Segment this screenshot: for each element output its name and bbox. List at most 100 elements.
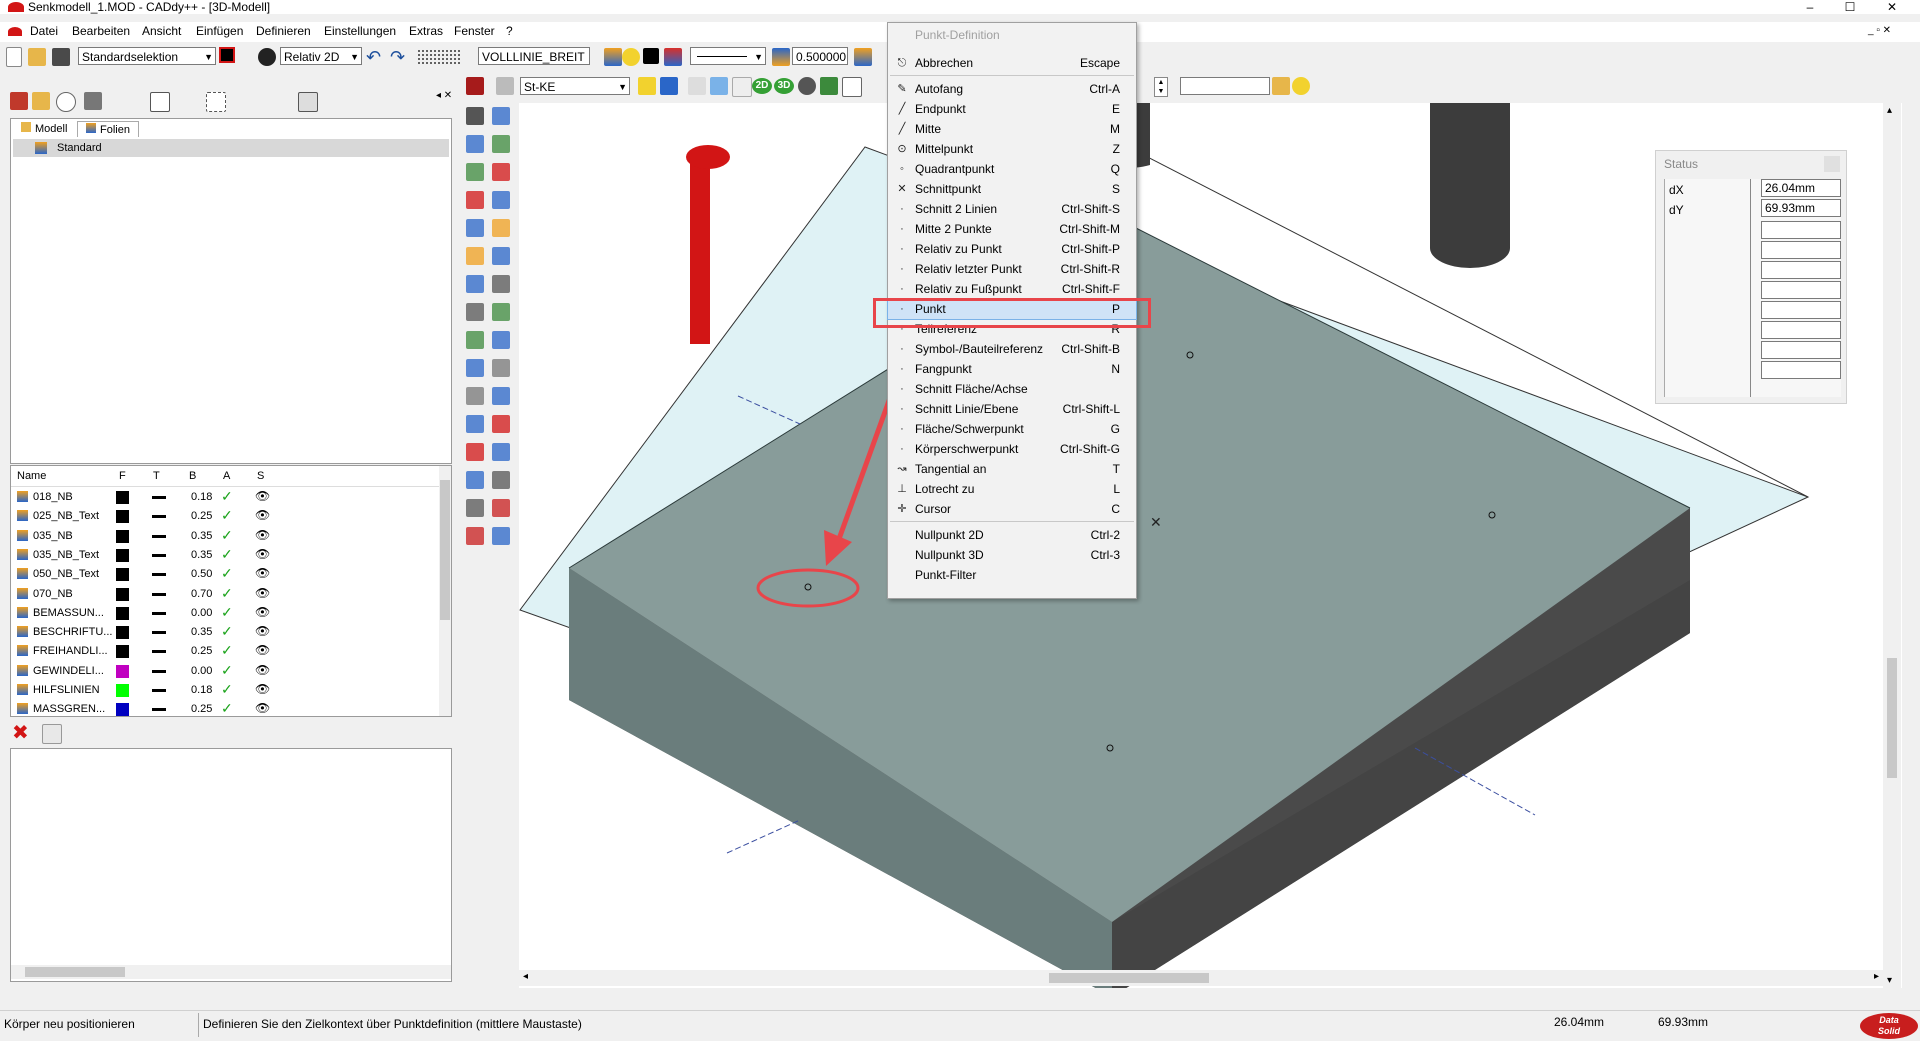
dimension-tool-icon[interactable]: [206, 92, 226, 112]
layer-linetype[interactable]: [152, 573, 166, 577]
layer-color-swatch[interactable]: [116, 587, 129, 601]
bulb-icon[interactable]: [622, 48, 640, 66]
check-icon[interactable]: ✓: [221, 623, 233, 640]
layer-linetype[interactable]: [152, 611, 166, 615]
col-b[interactable]: B: [189, 466, 196, 486]
tool-icon[interactable]: [492, 527, 510, 545]
col-f[interactable]: F: [119, 466, 126, 486]
tool-icon[interactable]: [466, 163, 484, 181]
tool-icon[interactable]: [492, 191, 510, 209]
properties-hscrollbar[interactable]: [11, 965, 451, 979]
eye-icon[interactable]: 👁: [255, 624, 270, 638]
line-width-input[interactable]: 0.500000: [792, 47, 848, 65]
save-icon[interactable]: [52, 48, 70, 66]
layer-row[interactable]: 035_NB 0.35 ✓ 👁: [11, 527, 439, 546]
layer-row[interactable]: 025_NB_Text 0.25 ✓ 👁: [11, 507, 439, 526]
check-icon[interactable]: ✓: [221, 546, 233, 563]
layer-color-swatch[interactable]: [116, 606, 129, 620]
tool-icon[interactable]: [466, 443, 484, 461]
col-t[interactable]: T: [153, 466, 160, 486]
layer-color-swatch[interactable]: [116, 491, 129, 504]
tool-icon[interactable]: [492, 331, 510, 349]
tree-item-standard[interactable]: Standard: [13, 139, 449, 157]
menu-item[interactable]: ⊥ Lotrecht zu L: [888, 479, 1136, 499]
check-icon[interactable]: ✓: [221, 507, 233, 524]
eye-icon[interactable]: 👁: [255, 489, 270, 503]
menu-item[interactable]: ↝ Tangential an T: [888, 459, 1136, 479]
menu-item[interactable]: · Körperschwerpunkt Ctrl-Shift-G: [888, 439, 1136, 459]
layer-folder-icon[interactable]: [1272, 77, 1290, 95]
menu-bearbeiten[interactable]: Bearbeiten: [72, 24, 130, 38]
layer-row[interactable]: HILFSLINIEN 0.18 ✓ 👁: [11, 681, 439, 700]
maximize-button[interactable]: ☐: [1830, 0, 1870, 14]
menu-definieren[interactable]: Definieren: [256, 24, 311, 38]
tool-icon[interactable]: [466, 275, 484, 293]
tool-icon[interactable]: [492, 247, 510, 265]
folder-tool-icon[interactable]: [32, 92, 50, 110]
menu-item[interactable]: ✎ Autofang Ctrl-A: [888, 79, 1136, 99]
check-icon[interactable]: ✓: [221, 527, 233, 544]
layer-row[interactable]: BEMASSUN... 0.00 ✓ 👁: [11, 604, 439, 623]
tool-icon[interactable]: [492, 387, 510, 405]
tool-icon[interactable]: [466, 191, 484, 209]
menu-einstellungen[interactable]: Einstellungen: [324, 24, 396, 38]
layer-row[interactable]: MASSGREN... 0.25 ✓ 👁: [11, 700, 439, 716]
menu-item[interactable]: ✛ Cursor C: [888, 499, 1136, 519]
layer-linetype[interactable]: [152, 496, 166, 499]
col-s[interactable]: S: [257, 466, 264, 486]
rotate-view-icon[interactable]: [798, 77, 816, 95]
eye-icon[interactable]: 👁: [255, 547, 270, 561]
open-folder-icon[interactable]: [28, 48, 46, 66]
cursor-tool-icon[interactable]: [638, 77, 656, 95]
layers-icon[interactable]: [664, 48, 682, 66]
selection-color-icon[interactable]: [219, 47, 235, 63]
tool-icon[interactable]: [492, 415, 510, 433]
tool-icon[interactable]: [492, 219, 510, 237]
menu-item[interactable]: · Mitte 2 Punkte Ctrl-Shift-M: [888, 219, 1136, 239]
menu-fenster[interactable]: Fenster: [454, 24, 495, 38]
eye-icon[interactable]: 👁: [255, 586, 270, 600]
tool-icon[interactable]: [466, 135, 484, 153]
layer-linetype[interactable]: [152, 689, 166, 692]
light-bulb-icon[interactable]: [1292, 77, 1310, 95]
menu-item[interactable]: · Symbol-/Bauteilreferenz Ctrl-Shift-B: [888, 339, 1136, 359]
tool-icon[interactable]: [466, 331, 484, 349]
layer-linetype[interactable]: [152, 631, 166, 635]
layer-row[interactable]: 050_NB_Text 0.50 ✓ 👁: [11, 565, 439, 584]
check-icon[interactable]: ✓: [221, 488, 233, 505]
menu-item[interactable]: ╱ Mitte M: [888, 119, 1136, 139]
check-icon[interactable]: ✓: [221, 585, 233, 602]
tool-icon[interactable]: [466, 527, 484, 545]
layer-row[interactable]: BESCHRIFTU... 0.35 ✓ 👁: [11, 623, 439, 642]
layer-linetype[interactable]: [152, 592, 166, 596]
layer-color-swatch[interactable]: [116, 684, 129, 697]
brush-icon[interactable]: [710, 77, 728, 95]
new-file-icon[interactable]: [6, 47, 22, 67]
layer-row[interactable]: 018_NB 0.18 ✓ 👁: [11, 488, 439, 507]
coord-mode-select[interactable]: Relativ 2D ▼: [280, 47, 362, 65]
layer-linetype[interactable]: [152, 669, 166, 673]
layer-box-icon[interactable]: [496, 77, 514, 95]
tab-modell[interactable]: Modell: [17, 121, 71, 136]
tool-icon[interactable]: [466, 415, 484, 433]
menu-help[interactable]: ?: [506, 24, 513, 38]
line-type-select[interactable]: VOLLLINIE_BREIT: [478, 47, 590, 65]
menu-item[interactable]: · Relativ letzter Punkt Ctrl-Shift-R: [888, 259, 1136, 279]
box-tool-icon[interactable]: [298, 92, 318, 112]
layer-color-swatch[interactable]: [116, 568, 129, 582]
pen-layer-icon[interactable]: [772, 48, 790, 66]
selection-mode-select[interactable]: Standardselektion ▼: [78, 47, 216, 65]
menu-item[interactable]: · Fangpunkt N: [888, 359, 1136, 379]
tool-icon[interactable]: [492, 443, 510, 461]
tool-icon[interactable]: [466, 387, 484, 405]
eye-icon[interactable]: 👁: [255, 605, 270, 619]
layer-linetype[interactable]: [152, 515, 166, 519]
layer-color-swatch[interactable]: [116, 664, 129, 678]
canvas-vscrollbar[interactable]: ▴ ▾: [1883, 103, 1901, 988]
tab-folien[interactable]: Folien: [77, 121, 139, 137]
menu-item[interactable]: Nullpunkt 2D Ctrl-2: [888, 525, 1136, 545]
tool-icon[interactable]: [492, 135, 510, 153]
tool-icon[interactable]: [466, 359, 484, 377]
eye-icon[interactable]: 👁: [255, 701, 270, 715]
layer-color-swatch[interactable]: [116, 645, 129, 659]
